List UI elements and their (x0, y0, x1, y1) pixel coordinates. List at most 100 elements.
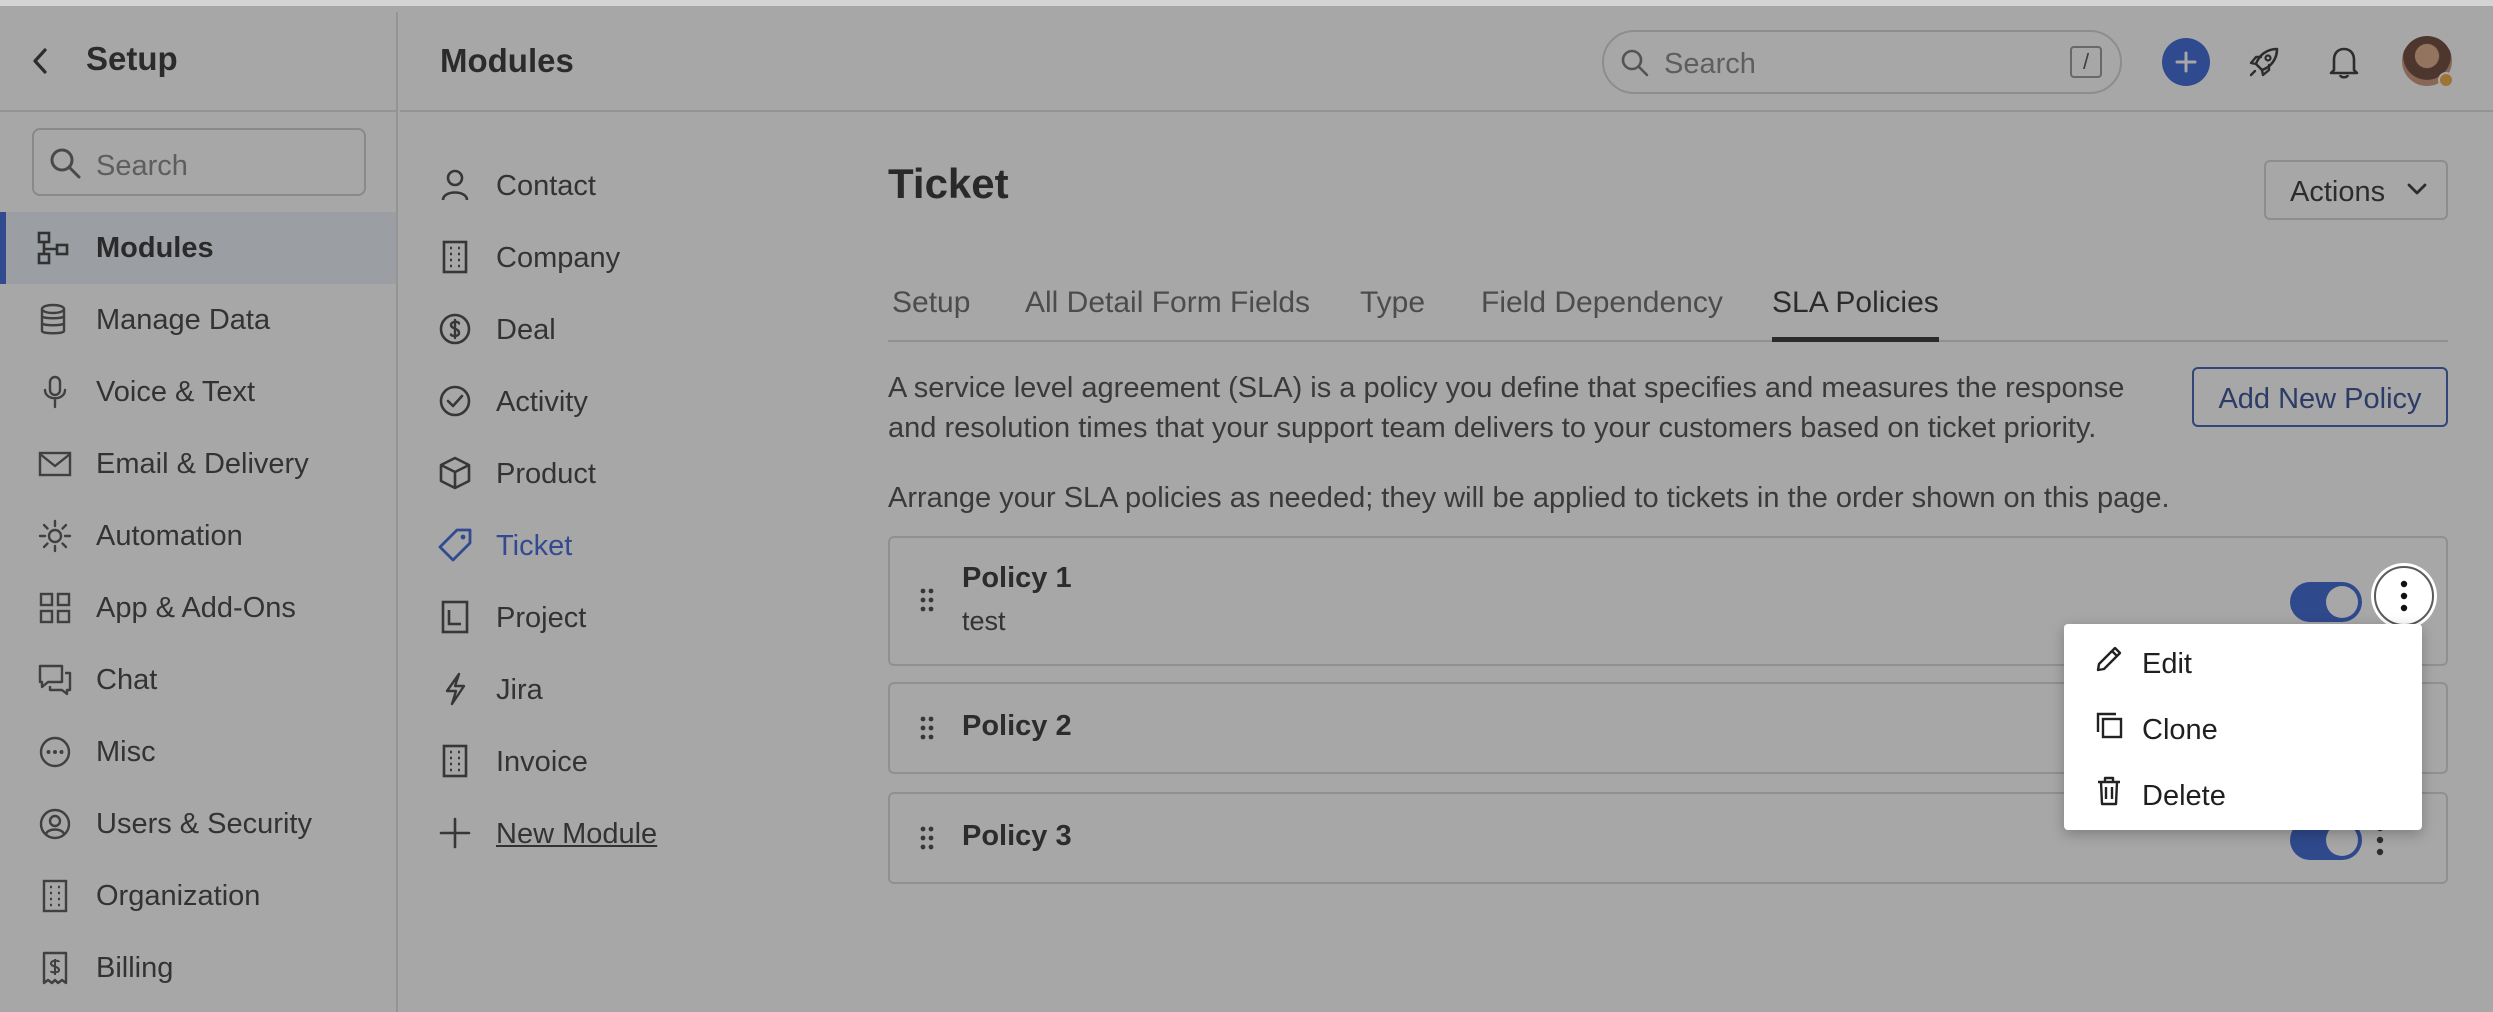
sidebar-item-label: Users & Security (96, 808, 312, 840)
module-item-label: Jira (496, 674, 543, 706)
module-item-label: Company (496, 242, 621, 274)
rocket-button[interactable] (2240, 38, 2288, 86)
tab-all-detail-form-fields[interactable]: All Detail Form Fields (1025, 286, 1310, 342)
arrange-hint: Arrange your SLA policies as needed; the… (888, 482, 2170, 514)
sidebar-item-voice-text[interactable]: Voice & Text (0, 356, 396, 428)
box-icon (436, 454, 474, 492)
check-circle-icon (436, 382, 474, 420)
sidebar-item-automation[interactable]: Automation (0, 500, 396, 572)
database-icon (36, 302, 74, 338)
policy-name: Policy 1 (962, 562, 1072, 594)
policy-enabled-toggle[interactable] (2290, 582, 2362, 622)
sidebar-item-label: Misc (96, 736, 156, 768)
actions-label: Actions (2290, 176, 2386, 208)
module-item-contact[interactable]: Contact (400, 150, 840, 222)
tab-field-dependency[interactable]: Field Dependency (1481, 286, 1723, 342)
rocket-icon (2249, 47, 2279, 77)
module-item-invoice[interactable]: Invoice (400, 726, 840, 798)
mail-icon (36, 446, 74, 482)
module-item-company[interactable]: Company (400, 222, 840, 294)
sidebar-item-label: Billing (96, 952, 174, 984)
policy-name: Policy 2 (962, 710, 1072, 742)
quick-add-button[interactable] (2162, 38, 2210, 86)
module-item-project[interactable]: Project (400, 582, 840, 654)
status-dot (2438, 72, 2454, 88)
module-item-jira[interactable]: Jira (400, 654, 840, 726)
back-button[interactable] (26, 44, 54, 78)
user-circle-icon (36, 806, 74, 842)
sidebar-item-email-delivery[interactable]: Email & Delivery (0, 428, 396, 500)
global-search-input[interactable]: Search / (1602, 30, 2122, 94)
policy-1-more-button[interactable] (2374, 566, 2434, 626)
sidebar-item-users-security[interactable]: Users & Security (0, 788, 396, 860)
drag-handle-icon[interactable] (918, 824, 936, 852)
ticket-tag-icon (436, 526, 474, 564)
menu-item-edit[interactable]: Edit (2064, 628, 2422, 692)
sla-description: A service level agreement (SLA) is a pol… (888, 368, 2158, 448)
sidebar-item-organization[interactable]: Organization (0, 860, 396, 932)
avatar[interactable] (2402, 36, 2454, 88)
actions-dropdown-button[interactable]: Actions (2264, 160, 2448, 220)
trash-icon (2092, 774, 2126, 808)
drag-handle-icon[interactable] (918, 586, 936, 614)
sidebar-item-label: App & Add-Ons (96, 592, 296, 624)
sidebar-search-input[interactable]: Search (32, 128, 366, 196)
search-icon (1621, 49, 1649, 77)
module-item-label: Activity (496, 386, 588, 418)
drag-handle-icon[interactable] (918, 714, 936, 742)
sidebar-item-manage-data[interactable]: Manage Data (0, 284, 396, 356)
sidebar-item-label: Manage Data (96, 304, 271, 336)
sidebar-item-modules[interactable]: Modules (0, 212, 396, 284)
sidebar-item-chat[interactable]: Chat (0, 644, 396, 716)
chevron-left-icon (33, 48, 47, 74)
setup-sidebar: Setup Search Modules Manage Data Voice &… (0, 12, 398, 1012)
add-new-policy-label: Add New Policy (2218, 383, 2422, 415)
sidebar-item-misc[interactable]: Misc (0, 716, 396, 788)
search-icon (50, 148, 81, 179)
more-circle-icon (36, 734, 74, 770)
bell-icon (2329, 47, 2359, 79)
kebab-menu-icon (2400, 580, 2408, 612)
chat-icon (36, 662, 74, 698)
top-bar: Modules Search / (400, 12, 2493, 112)
plus-icon (436, 814, 474, 852)
microphone-icon (36, 374, 74, 410)
notifications-button[interactable] (2320, 38, 2368, 86)
sidebar-item-label: Chat (96, 664, 158, 696)
policy-description: test (962, 606, 1006, 636)
module-item-label: Product (496, 458, 596, 490)
module-item-deal[interactable]: Deal (400, 294, 840, 366)
menu-item-clone[interactable]: Clone (2064, 694, 2422, 758)
tab-sla-policies[interactable]: SLA Policies (1772, 286, 1939, 342)
module-item-activity[interactable]: Activity (400, 366, 840, 438)
building-icon (36, 878, 74, 914)
sidebar-header: Setup (0, 12, 396, 112)
dollar-circle-icon (436, 310, 474, 348)
sla-description-line-2: and resolution times that your support t… (888, 412, 2097, 444)
sidebar-item-label: Modules (96, 232, 214, 264)
sidebar-item-label: Voice & Text (96, 376, 256, 408)
new-module-label: New Module (496, 818, 658, 850)
billing-icon (36, 950, 74, 986)
tab-type[interactable]: Type (1360, 286, 1425, 342)
sidebar-item-billing[interactable]: Billing (0, 932, 396, 1004)
menu-item-label: Clone (2142, 714, 2218, 746)
module-item-label: Ticket (496, 530, 573, 562)
menu-item-label: Edit (2142, 648, 2192, 680)
project-icon (436, 598, 474, 636)
module-item-label: Project (496, 602, 587, 634)
tab-setup[interactable]: Setup (892, 286, 970, 342)
sidebar-item-app-addons[interactable]: App & Add-Ons (0, 572, 396, 644)
sidebar-item-label: Organization (96, 880, 261, 912)
module-item-ticket[interactable]: Ticket (400, 510, 840, 582)
new-module-link[interactable]: New Module (400, 798, 840, 870)
person-icon (436, 166, 474, 204)
add-new-policy-button[interactable]: Add New Policy (2192, 367, 2448, 427)
menu-item-label: Delete (2142, 780, 2226, 812)
sidebar-title: Setup (86, 40, 178, 77)
app-window: Setup Search Modules Manage Data Voice &… (0, 0, 2493, 1012)
chevron-down-icon (2407, 183, 2427, 195)
module-item-product[interactable]: Product (400, 438, 840, 510)
menu-item-delete[interactable]: Delete (2064, 760, 2422, 824)
policy-name: Policy 3 (962, 820, 1072, 852)
